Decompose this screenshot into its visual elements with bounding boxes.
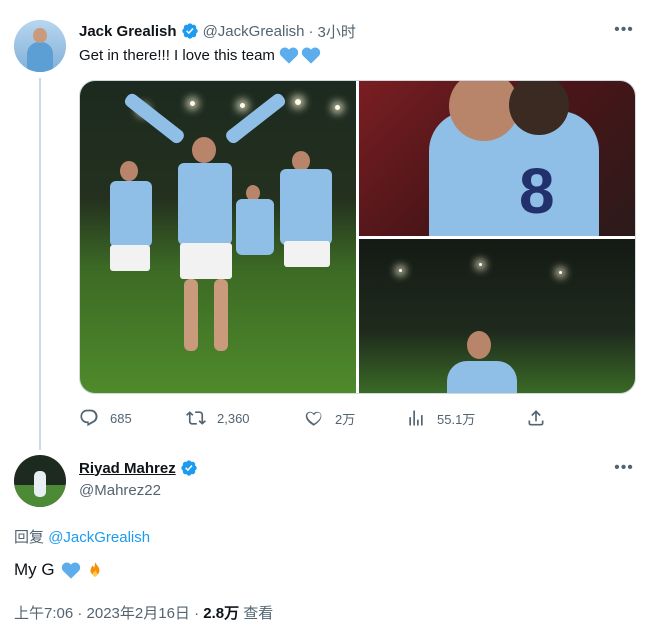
reply-text-body: My G: [14, 560, 55, 579]
tweet-header: Jack Grealish @JackGrealish · 3小时: [79, 21, 356, 41]
verified-badge-icon[interactable]: [180, 459, 198, 477]
retweet-icon: [186, 411, 206, 425]
fire-icon: [90, 561, 100, 577]
reply-text: My G: [14, 560, 105, 580]
tweet-text-body: Get in there!!! I love this team: [79, 46, 275, 64]
more-options-icon[interactable]: •••: [614, 458, 634, 478]
reply-views-label: 查看: [243, 605, 274, 622]
like-icon: [305, 411, 322, 426]
tweet-text: Get in there!!! I love this team: [79, 46, 321, 64]
retweet-count: 2,360: [217, 410, 250, 426]
mention-link[interactable]: @JackGrealish: [48, 529, 150, 546]
retweet-action[interactable]: 2,360: [186, 406, 250, 430]
reply-author[interactable]: Riyad Mahrez: [79, 458, 198, 478]
avatar[interactable]: [14, 455, 66, 507]
reply-views-count: 2.8万: [203, 605, 240, 622]
more-options-icon[interactable]: •••: [614, 20, 634, 40]
author-handle[interactable]: @JackGrealish: [203, 23, 305, 40]
verified-badge-icon[interactable]: [181, 22, 199, 40]
replying-to: 回复 @JackGrealish: [14, 526, 150, 547]
blue-heart-icon: [61, 562, 80, 579]
like-count: 2万: [335, 411, 356, 427]
photo-embrace[interactable]: 8: [359, 81, 635, 236]
separator: ·: [308, 22, 314, 40]
views-action[interactable]: 55.1万: [406, 406, 475, 430]
blue-heart-icon: [279, 47, 299, 64]
thread-line: [39, 78, 41, 450]
media-grid: 8: [79, 80, 636, 394]
like-action[interactable]: 2万: [304, 406, 355, 430]
author-name[interactable]: Jack Grealish: [79, 23, 177, 40]
reply-timestamp[interactable]: 上午7:06 · 2023年2月16日 ·: [14, 605, 199, 622]
reply-action[interactable]: 685: [79, 406, 132, 430]
blue-heart-icon: [301, 47, 321, 64]
author-name[interactable]: Riyad Mahrez: [79, 460, 176, 477]
share-icon: [528, 410, 544, 426]
timestamp[interactable]: 3小时: [318, 21, 356, 42]
reply-count: 685: [110, 410, 132, 426]
replying-prefix: 回复: [14, 529, 45, 546]
views-count: 55.1万: [437, 411, 476, 427]
reply-icon: [80, 409, 98, 427]
views-chart-icon: [409, 410, 423, 426]
avatar[interactable]: [14, 20, 66, 72]
photo-celebration[interactable]: [80, 81, 356, 393]
photo-slide[interactable]: [359, 239, 635, 393]
reply-meta: 上午7:06 · 2023年2月16日 · 2.8万 查看: [14, 602, 273, 623]
author-handle[interactable]: @Mahrez22: [79, 482, 161, 499]
share-action[interactable]: [526, 406, 546, 430]
